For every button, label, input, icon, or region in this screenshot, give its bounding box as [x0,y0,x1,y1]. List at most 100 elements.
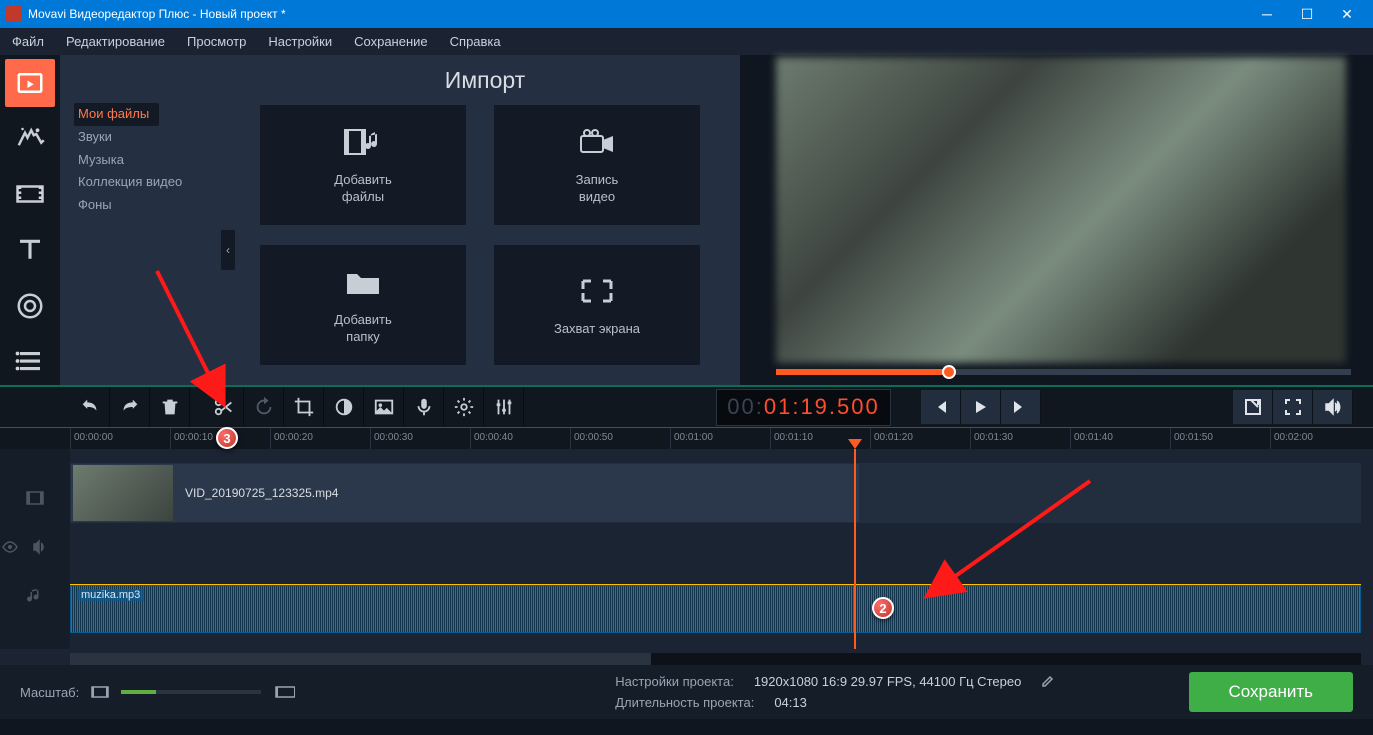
crop-corners-icon [577,273,617,309]
add-files-tile[interactable]: Добавить файлы [260,105,466,225]
editor-toolbar: 00:01:19.500 [0,385,1373,427]
menubar: Файл Редактирование Просмотр Настройки С… [0,28,1373,55]
color-button[interactable] [324,387,364,427]
visibility-icon[interactable] [2,539,18,555]
ruler-tick: 00:01:30 [970,428,1070,449]
clip-thumbnail [73,465,173,521]
annotation-badge-3: 3 [216,427,238,449]
cat-music[interactable]: Музыка [74,149,230,172]
add-folder-tile[interactable]: Добавить папку [260,245,466,365]
ruler-tick: 00:00:50 [570,428,670,449]
stickers-tab[interactable] [5,282,55,330]
ruler-tick: 00:01:40 [1070,428,1170,449]
menu-edit[interactable]: Редактирование [66,34,165,49]
annotation-badge-2: 2 [872,597,894,619]
zoom-slider[interactable] [121,690,261,694]
music-track-icon [26,587,44,605]
timeline-scrollbar[interactable] [70,653,1361,665]
mute-icon[interactable] [32,539,48,555]
timeline-tracks[interactable]: VID_20190725_123325.mp4 muzika.mp3 [0,449,1373,649]
prev-frame-button[interactable] [921,390,961,424]
project-settings-label: Настройки проекта: [615,674,734,689]
play-button[interactable] [961,390,1001,424]
cat-sounds[interactable]: Звуки [74,126,230,149]
tile-label: Добавить файлы [334,172,391,206]
crop-button[interactable] [284,387,324,427]
filters-tab[interactable] [5,115,55,163]
menu-save[interactable]: Сохранение [354,34,428,49]
import-title: Импорт [230,67,740,94]
import-panel: Мои файлы Звуки Музыка Коллекция видео Ф… [60,55,740,385]
audio-track[interactable]: muzika.mp3 [70,585,1361,633]
split-button[interactable] [204,387,244,427]
ruler-tick: 00:02:00 [1270,428,1370,449]
preview-progress-handle[interactable] [942,365,956,379]
audio-waveform [71,586,1360,632]
ruler-tick: 00:01:00 [670,428,770,449]
zoom-out-icon[interactable] [91,685,109,699]
import-tab[interactable] [5,59,55,107]
ruler-tick: 00:01:50 [1170,428,1270,449]
ruler-tick: 00:00:40 [470,428,570,449]
preview-area [740,55,1373,385]
mic-button[interactable] [404,387,444,427]
timeline-ruler[interactable]: 00:00:00 00:00:10 00:00:20 00:00:30 00:0… [0,427,1373,449]
volume-button[interactable] [1313,390,1353,424]
cat-video-collection[interactable]: Коллекция видео [74,171,230,194]
filmstrip-music-icon [343,124,383,160]
equalizer-button[interactable] [484,387,524,427]
video-clip[interactable]: VID_20190725_123325.mp4 [70,463,860,523]
next-frame-button[interactable] [1001,390,1041,424]
menu-view[interactable]: Просмотр [187,34,246,49]
clip-name: VID_20190725_123325.mp4 [185,486,338,500]
ruler-tick: 00:00:20 [270,428,370,449]
save-button[interactable]: Сохранить [1189,672,1353,712]
ruler-tick: 00:00:30 [370,428,470,449]
camera-icon [577,124,617,160]
maximize-button[interactable]: ☐ [1287,0,1327,28]
preview-progress[interactable] [776,369,1351,375]
titlebar: Movavi Видеоредактор Плюс - Новый проект… [0,0,1373,28]
tile-label: Запись видео [576,172,619,206]
settings-button[interactable] [444,387,484,427]
ruler-tick: 00:00:00 [70,428,170,449]
menu-help[interactable]: Справка [450,34,501,49]
edit-settings-icon[interactable] [1041,674,1055,688]
undo-button[interactable] [70,387,110,427]
collapse-panel-handle[interactable]: ‹ [221,230,235,270]
zoom-in-icon[interactable] [273,685,295,699]
transitions-tab[interactable] [5,170,55,218]
playback-time: 00:01:19.500 [716,389,890,426]
tile-label: Добавить папку [334,312,391,346]
audio-clip[interactable]: muzika.mp3 [71,586,1360,632]
screen-capture-tile[interactable]: Захват экрана [494,245,700,365]
tile-label: Захват экрана [554,321,640,338]
fullscreen-button[interactable] [1273,390,1313,424]
titles-tab[interactable] [5,226,55,274]
ruler-tick: 00:01:20 [870,428,970,449]
cat-backgrounds[interactable]: Фоны [74,194,230,217]
folder-icon [343,264,383,300]
zoom-label: Масштаб: [20,685,79,700]
app-icon [6,6,22,22]
audio-clip-name: muzika.mp3 [77,589,144,601]
cat-my-files[interactable]: Мои файлы [74,103,159,126]
project-settings-value: 1920x1080 16:9 29.97 FPS, 44100 Гц Стере… [754,674,1022,689]
menu-settings[interactable]: Настройки [268,34,332,49]
video-track[interactable]: VID_20190725_123325.mp4 [70,463,1361,523]
more-tab[interactable] [5,337,55,385]
redo-button[interactable] [110,387,150,427]
menu-file[interactable]: Файл [12,34,44,49]
delete-button[interactable] [150,387,190,427]
detach-preview-button[interactable] [1233,390,1273,424]
playhead[interactable] [854,449,856,649]
rotate-button[interactable] [244,387,284,427]
image-button[interactable] [364,387,404,427]
preview-canvas[interactable] [776,57,1346,363]
duration-label: Длительность проекта: [615,695,754,710]
import-categories: Мои файлы Звуки Музыка Коллекция видео Ф… [74,103,230,217]
close-button[interactable]: ✕ [1327,0,1367,28]
duration-value: 04:13 [774,695,807,710]
record-video-tile[interactable]: Запись видео [494,105,700,225]
minimize-button[interactable]: ─ [1247,0,1287,28]
